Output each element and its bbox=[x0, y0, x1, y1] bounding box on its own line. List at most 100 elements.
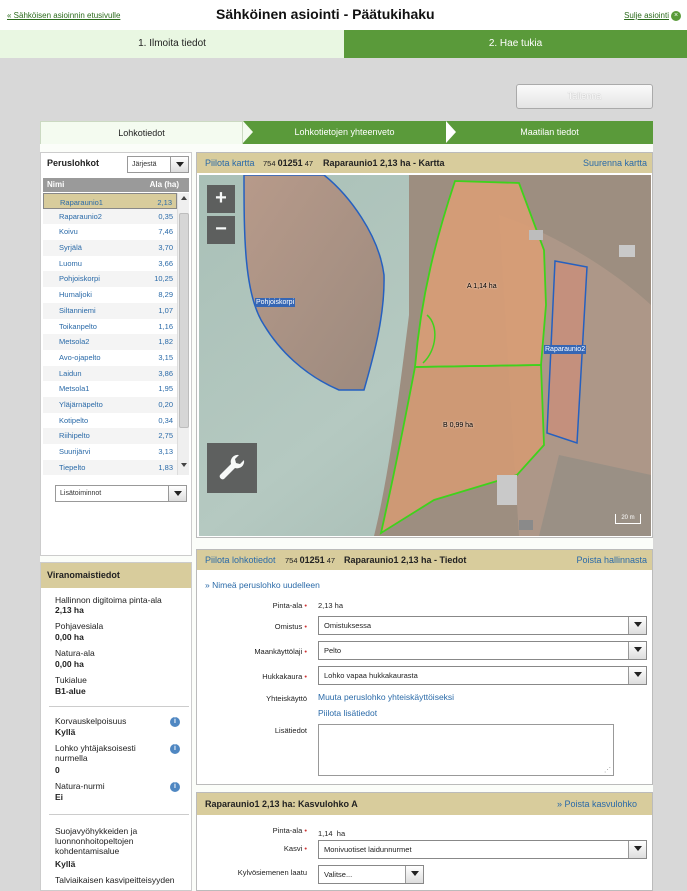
remove-crop-link[interactable]: » Poista kasvulohko bbox=[557, 793, 637, 815]
top-bar: « Sähköisen asioinnin etusivulle Sähköin… bbox=[0, 0, 687, 30]
parcel-row[interactable]: Luomu 3,66 bbox=[43, 256, 177, 272]
parcel-row[interactable]: Avo-ojapelto 3,15 bbox=[43, 350, 177, 366]
parcel-name: Siltanniemi bbox=[59, 305, 96, 315]
close-icon[interactable]: × bbox=[671, 11, 681, 21]
required-icon: • bbox=[304, 647, 307, 656]
tab-arrow-icon bbox=[243, 121, 253, 143]
remove-from-ownership-link[interactable]: Poista hallinnasta bbox=[576, 550, 647, 570]
parcel-row[interactable]: Metsola1 1,95 bbox=[43, 381, 177, 397]
divider bbox=[49, 706, 189, 707]
info-icon[interactable]: i bbox=[170, 744, 180, 754]
rename-parcel-link[interactable]: » Nimeä peruslohko uudelleen bbox=[205, 580, 320, 590]
notes-label: Lisätiedot bbox=[274, 726, 307, 735]
parcel-name: Toikanpelto bbox=[59, 321, 97, 331]
map-panel: Piilota kartta 754 01251 47 Raparaunio1 … bbox=[196, 152, 653, 538]
hide-more-info-link[interactable]: Piilota lisätiedot bbox=[318, 708, 377, 718]
sort-select[interactable]: Järjestä bbox=[127, 156, 189, 173]
satellite-map[interactable] bbox=[199, 175, 651, 536]
parcel-row[interactable]: Koivu 7,46 bbox=[43, 224, 177, 240]
tab-lohkotiedot[interactable]: Lohkotiedot bbox=[40, 121, 243, 144]
tab-lohkotietojen-yhteenveto[interactable]: Lohkotietojen yhteenveto bbox=[243, 121, 446, 144]
info-icon[interactable]: i bbox=[170, 717, 180, 727]
required-icon: • bbox=[304, 844, 307, 853]
enlarge-map-link[interactable]: Suurenna kartta bbox=[583, 153, 647, 173]
resize-handle-icon[interactable]: ⋰ bbox=[604, 766, 611, 774]
parcel-area: 2,75 bbox=[158, 431, 173, 441]
code-2: 01251 bbox=[277, 158, 303, 168]
parcel-row[interactable]: Raparaunio1 2,13 bbox=[43, 193, 177, 209]
parcel-name: Tiepelto bbox=[59, 462, 86, 472]
col-name: Nimi bbox=[47, 180, 65, 189]
eligibility-value: Kyllä bbox=[55, 727, 76, 737]
more-actions-select[interactable]: Lisätoiminnot bbox=[55, 485, 187, 502]
map-label-a: A 1,14 ha bbox=[467, 283, 497, 290]
map-tools-button[interactable] bbox=[207, 443, 257, 493]
parcel-row[interactable]: Humaljoki 8,29 bbox=[43, 287, 177, 303]
step-1[interactable]: 1. Ilmoita tiedot bbox=[0, 30, 344, 58]
hide-map-link[interactable]: Piilota kartta bbox=[205, 153, 255, 173]
chevron-down-icon[interactable] bbox=[628, 617, 646, 634]
land-use-select[interactable]: Pelto bbox=[318, 641, 647, 660]
close-session-label[interactable]: Sulje asiointi bbox=[624, 11, 669, 20]
chevron-down-icon[interactable] bbox=[405, 866, 423, 883]
chevron-down-icon[interactable] bbox=[170, 157, 188, 172]
zoom-in-button[interactable]: + bbox=[207, 185, 235, 213]
parcel-row[interactable]: Yläjärnäpelto 0,20 bbox=[43, 396, 177, 413]
make-shared-link[interactable]: Muuta peruslohko yhteiskäyttöiseksi bbox=[318, 692, 454, 702]
parcel-name: Humaljoki bbox=[59, 290, 92, 300]
map-view[interactable]: Pohjoiskorpi A 1,14 ha B 0,99 ha Raparau… bbox=[199, 175, 651, 536]
map-scale: 20 m bbox=[615, 514, 641, 524]
natura-label: Natura-ala bbox=[55, 648, 95, 658]
parcel-area: 1,16 bbox=[158, 321, 173, 331]
parcel-row[interactable]: Raparaunio2 0,35 bbox=[43, 208, 177, 225]
scroll-thumb[interactable] bbox=[179, 213, 189, 428]
parcel-row[interactable]: Tiepelto 1,83 bbox=[43, 459, 177, 476]
parcel-list-scrollbar[interactable] bbox=[177, 193, 189, 475]
parcel-row[interactable]: Metsola2 1,82 bbox=[43, 334, 177, 350]
chevron-down-icon[interactable] bbox=[628, 667, 646, 684]
seed-quality-select[interactable]: Valitse... bbox=[318, 865, 424, 884]
back-to-home-link[interactable]: « Sähköisen asioinnin etusivulle bbox=[7, 11, 120, 20]
parcel-row[interactable]: Siltanniemi 1,07 bbox=[43, 302, 177, 319]
step-2[interactable]: 2. Hae tukia bbox=[344, 30, 687, 58]
map-code: 754 01251 47 bbox=[263, 153, 313, 174]
save-button[interactable]: Tallenna bbox=[516, 84, 653, 109]
parcel-details-panel: Piilota lohkotiedot 754 01251 47 Raparau… bbox=[196, 549, 653, 785]
support-area-value: B1-alue bbox=[55, 686, 86, 696]
parcel-area: 0,34 bbox=[158, 415, 173, 425]
code-1: 754 bbox=[263, 159, 276, 168]
parcel-row[interactable]: Syrjälä 3,70 bbox=[43, 240, 177, 256]
parcel-row[interactable]: Riihipelto 2,75 bbox=[43, 428, 177, 444]
parcel-row[interactable]: Suurijärvi 3,13 bbox=[43, 444, 177, 460]
chevron-down-icon[interactable] bbox=[628, 841, 646, 858]
buffer-zone-label: Suojavyöhykkeiden ja luonnonhoitopeltoje… bbox=[55, 826, 138, 856]
hide-details-link[interactable]: Piilota lohkotiedot bbox=[205, 550, 276, 570]
chevron-down-icon[interactable] bbox=[168, 486, 186, 501]
code-1: 754 bbox=[285, 556, 298, 565]
tab-maatilan-tiedot[interactable]: Maatilan tiedot bbox=[446, 121, 653, 144]
crop-select[interactable]: Monivuotiset laidunnurmet bbox=[318, 840, 647, 859]
notes-textarea[interactable]: ⋰ bbox=[318, 724, 614, 776]
scroll-up-icon[interactable] bbox=[181, 196, 187, 200]
map-header: Piilota kartta 754 01251 47 Raparaunio1 … bbox=[197, 153, 652, 173]
wild-oat-select[interactable]: Lohko vapaa hukkakaurasta bbox=[318, 666, 647, 685]
parcel-row[interactable]: Kotipelto 0,34 bbox=[43, 413, 177, 429]
parcel-row[interactable]: Toikanpelto 1,16 bbox=[43, 319, 177, 335]
zoom-out-button[interactable]: − bbox=[207, 216, 235, 244]
map-label-b: B 0,99 ha bbox=[443, 422, 473, 429]
parcel-area: 1,07 bbox=[158, 305, 173, 315]
details-code: 754 01251 47 bbox=[285, 550, 335, 571]
info-icon[interactable]: i bbox=[170, 782, 180, 792]
parcel-row[interactable]: Pohjoiskorpi 10,25 bbox=[43, 271, 177, 288]
close-session-link[interactable]: Sulje asiointi × bbox=[624, 11, 681, 21]
parcel-row[interactable]: Laidun 3,86 bbox=[43, 365, 177, 382]
required-icon: • bbox=[304, 672, 307, 681]
authority-panel: Viranomaistiedot Hallinnon digitoima pin… bbox=[40, 562, 192, 891]
ownership-select[interactable]: Omistuksessa bbox=[318, 616, 647, 635]
wrench-icon[interactable] bbox=[207, 443, 257, 493]
chevron-down-icon[interactable] bbox=[628, 642, 646, 659]
groundwater-label: Pohjavesiala bbox=[55, 621, 104, 631]
scroll-down-icon[interactable] bbox=[181, 463, 187, 467]
col-area: Ala (ha) bbox=[149, 180, 179, 189]
natura-grass-label: Natura-nurmi bbox=[55, 781, 105, 791]
